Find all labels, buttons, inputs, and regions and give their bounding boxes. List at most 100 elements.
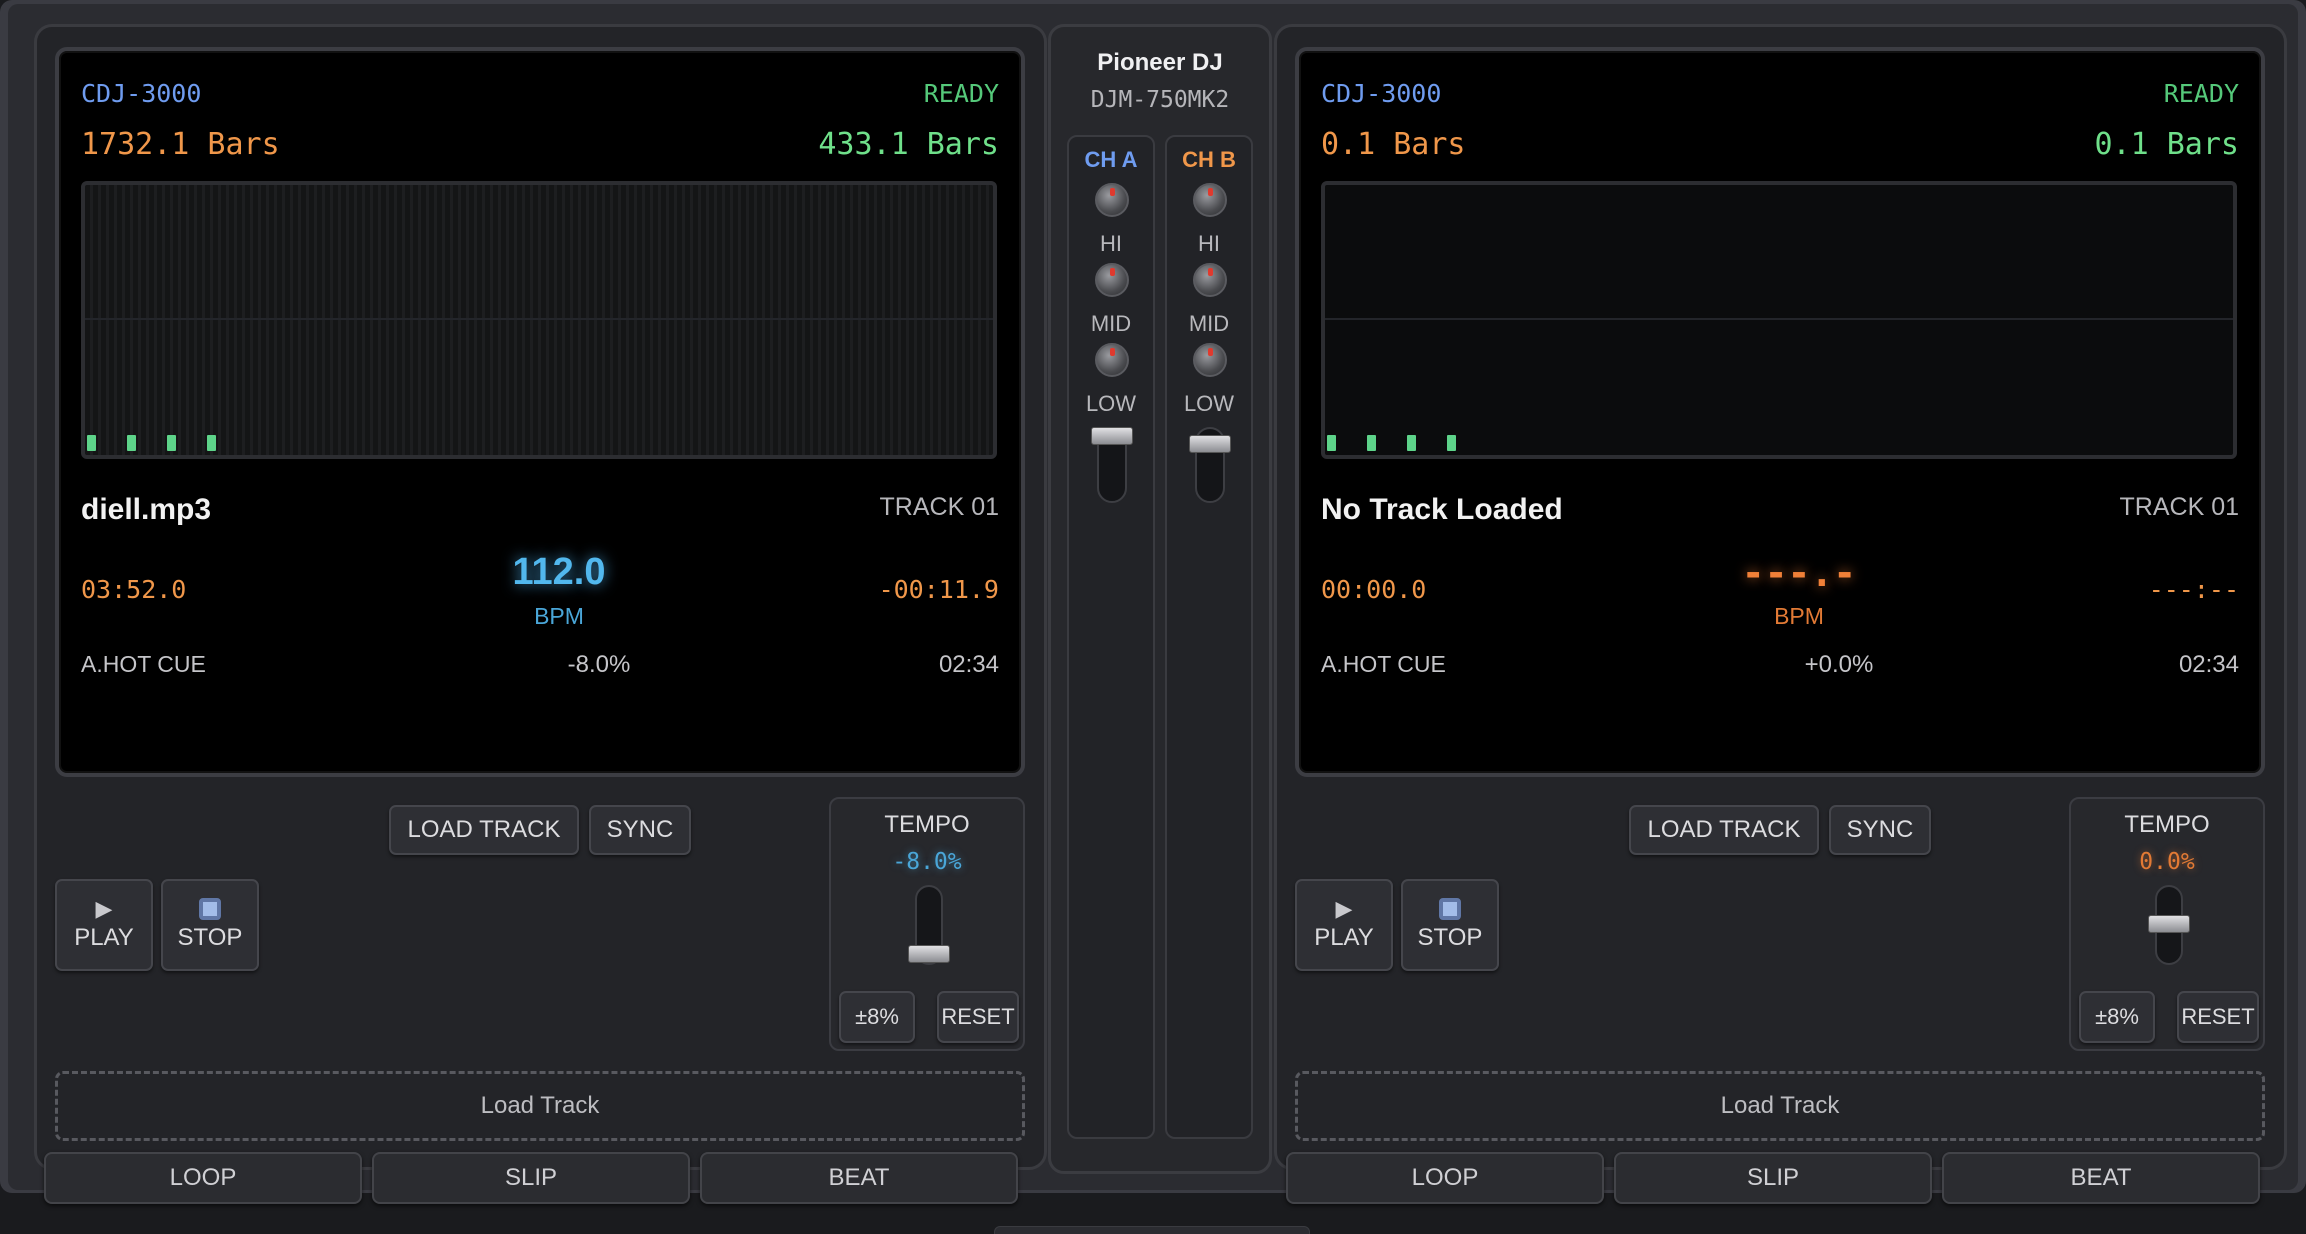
hot-cue-marker[interactable] [87,435,96,451]
track-title: No Track Loaded [1321,493,1563,526]
deck-status: READY [923,79,999,108]
track-title: diell.mp3 [81,493,212,526]
waveform[interactable] [1321,181,2237,459]
slip-button[interactable]: SLIP [372,1152,690,1204]
stop-icon [1439,898,1461,920]
load-track-dropzone[interactable]: Load Track [1295,1071,2265,1141]
hot-cue-marker[interactable] [1367,435,1376,451]
bars-elapsed: 0.1 Bars [1321,127,1466,162]
eq-mid-knob[interactable] [1193,263,1227,297]
time-remaining: -00:11.9 [878,575,999,604]
hot-cue-label: A.HOT CUE [1321,651,1446,677]
tempo-reset-button[interactable]: RESET [2177,991,2259,1043]
hot-cue-marker[interactable] [167,435,176,451]
hot-cue-label: A.HOT CUE [81,651,206,677]
loop-button[interactable]: LOOP [1286,1152,1604,1204]
mixer-footer-tab [994,1226,1310,1234]
channel-b-title: CH B [1182,147,1236,172]
total-time: 02:34 [2178,651,2239,678]
bars-remaining: 0.1 Bars [2094,127,2240,162]
bpm-label: BPM [534,603,584,629]
tempo-title: TEMPO [884,811,970,838]
mixer: Pioneer DJ DJM-750MK2 CH A HI MID LOW CH… [1048,24,1272,1174]
beat-button[interactable]: BEAT [1942,1152,2260,1204]
pitch-readout: +0.0% [1804,651,1874,678]
channel-fader-track[interactable] [1091,427,1133,503]
bpm-value: ---.- [1741,551,1857,595]
play-icon: ▶ [1335,896,1353,921]
bars-elapsed: 1732.1 Bars [81,127,280,162]
load-track-button[interactable]: LOAD TRACK [389,805,579,855]
hot-cue-marker[interactable] [1407,435,1416,451]
tempo-title: TEMPO [2124,811,2210,838]
sync-button[interactable]: SYNC [1829,805,1931,855]
track-number: TRACK 01 [2119,493,2239,521]
play-button[interactable]: ▶ PLAY [55,879,153,971]
bars-remaining: 433.1 Bars [818,127,999,162]
app-window: CDJ-3000 READY 1732.1 Bars 433.1 Bars di… [8,4,2298,1190]
sync-label: SYNC [1846,816,1914,843]
waveform-center-line [85,318,993,320]
tempo-value: 0.0% [2139,849,2195,875]
sync-button[interactable]: SYNC [589,805,691,855]
stop-icon [199,898,221,920]
eq-low-knob[interactable] [1193,343,1227,377]
eq-hi-label: HI [1198,231,1220,256]
eq-low-label: LOW [1085,391,1137,416]
tempo-fader-handle[interactable] [908,945,950,963]
tempo-fader-handle[interactable] [2148,915,2190,933]
beat-button[interactable]: BEAT [700,1152,1018,1204]
tempo-panel: TEMPO 0.0% ±8% RESET [2069,797,2265,1051]
hot-cue-marker[interactable] [127,435,136,451]
stop-label: STOP [177,924,243,951]
deck-status: READY [2163,79,2239,108]
pitch-readout: -8.0% [567,651,631,678]
deck-model: CDJ-3000 [1321,79,1442,108]
eq-hi-label: HI [1100,231,1122,256]
play-icon: ▶ [95,896,113,921]
load-track-button[interactable]: LOAD TRACK [1629,805,1819,855]
tempo-slider-track[interactable] [908,885,950,965]
bpm-label: BPM [1774,603,1824,629]
play-button[interactable]: ▶ PLAY [1295,879,1393,971]
hot-cue-marker[interactable] [1327,435,1336,451]
load-track-dropzone[interactable]: Load Track [55,1071,1025,1141]
deck-b: CDJ-3000 READY 0.1 Bars 0.1 Bars No Trac… [1274,24,2287,1170]
tempo-reset-button[interactable]: RESET [937,991,1019,1043]
time-elapsed: 03:52.0 [81,575,187,604]
stop-label: STOP [1417,924,1483,951]
channel-fader-handle[interactable] [1189,435,1231,453]
stop-button[interactable]: STOP [161,879,259,971]
tempo-range-button[interactable]: ±8% [2079,991,2155,1043]
loop-button[interactable]: LOOP [44,1152,362,1204]
hot-cue-marker[interactable] [1447,435,1456,451]
channel-fader-handle[interactable] [1091,427,1133,445]
time-elapsed: 00:00.0 [1321,575,1427,604]
deck-model: CDJ-3000 [81,79,202,108]
channel-fader-track[interactable] [1189,427,1231,503]
eq-hi-knob[interactable] [1095,183,1129,217]
sync-label: SYNC [606,816,674,843]
eq-mid-knob[interactable] [1095,263,1129,297]
hot-cue-marker[interactable] [207,435,216,451]
slip-button[interactable]: SLIP [1614,1152,1932,1204]
tempo-slider-track[interactable] [2148,885,2190,965]
mixer-model: DJM-750MK2 [1090,87,1230,113]
deck-b-display: CDJ-3000 READY 0.1 Bars 0.1 Bars No Trac… [1295,47,2265,777]
play-label: PLAY [74,924,134,951]
track-number: TRACK 01 [879,493,999,521]
eq-hi-knob[interactable] [1193,183,1227,217]
waveform-center-line [1325,318,2233,320]
deck-a-display: CDJ-3000 READY 1732.1 Bars 433.1 Bars di… [55,47,1025,777]
channel-a-strip: CH A HI MID LOW [1067,135,1155,1139]
time-remaining: ---:-- [2148,575,2239,604]
eq-mid-label: MID [1188,311,1230,336]
total-time: 02:34 [938,651,999,678]
tempo-range-button[interactable]: ±8% [839,991,915,1043]
waveform[interactable] [81,181,997,459]
stop-button[interactable]: STOP [1401,879,1499,971]
tempo-panel: TEMPO -8.0% ±8% RESET [829,797,1025,1051]
deck-a: CDJ-3000 READY 1732.1 Bars 433.1 Bars di… [34,24,1047,1170]
eq-low-knob[interactable] [1095,343,1129,377]
tempo-value: -8.0% [892,849,962,875]
